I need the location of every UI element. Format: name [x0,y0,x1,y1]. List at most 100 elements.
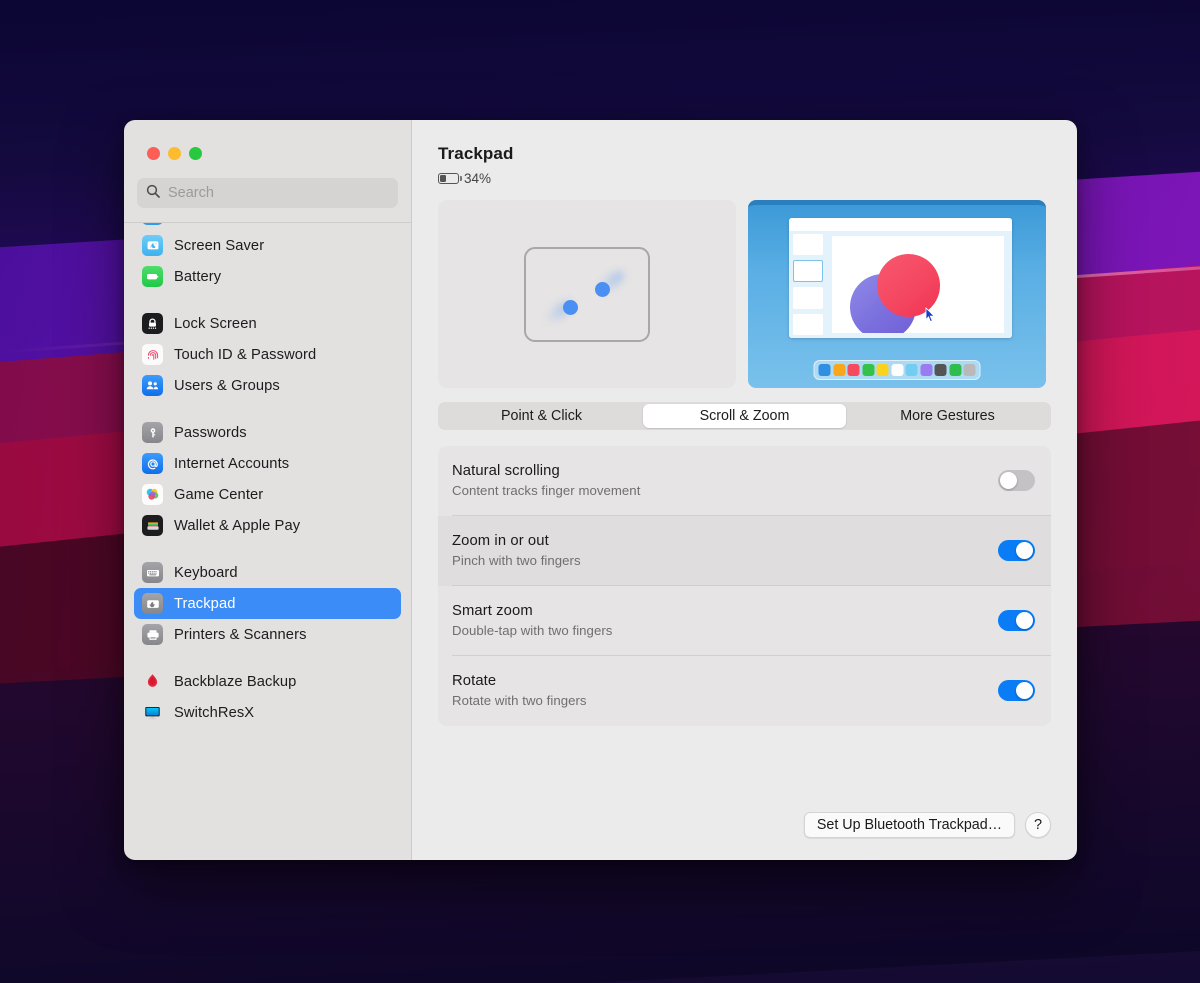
setting-text: Zoom in or out Pinch with two fingers [452,533,998,568]
sidebar-item-passwords[interactable]: Passwords [134,417,401,448]
demo-thumbnail [793,287,823,309]
search-icon [146,184,160,203]
setting-subtitle: Content tracks finger movement [452,483,641,498]
minimize-button[interactable] [168,147,181,160]
tab-more-gestures[interactable]: More Gestures [846,404,1049,428]
battery-level-icon [438,173,462,184]
sidebar-item-label: Internet Accounts [174,455,290,472]
demo-thumbnail [793,313,823,336]
color-swatch [818,364,831,376]
setup-bluetooth-trackpad-button[interactable]: Set Up Bluetooth Trackpad… [803,812,1015,838]
battery-icon [142,266,163,287]
sidebar-item-keyboard[interactable]: Keyboard [134,557,401,588]
sidebar: Displays Screen Saver [124,120,412,860]
color-swatch [920,364,932,376]
sidebar-item-displays[interactable]: Displays [134,222,401,230]
toggle-rotate[interactable] [998,680,1035,701]
demo-thumbnail [793,234,823,256]
printers-icon [142,624,163,645]
demo-artboard [832,236,1004,333]
sidebar-item-lock-screen[interactable]: Lock Screen [134,308,401,339]
demo-canvas [827,231,1012,338]
color-swatch [833,364,845,376]
tab-label: Scroll & Zoom [699,408,790,424]
setting-subtitle: Double-tap with two fingers [452,623,613,638]
setting-row-natural-scrolling: Natural scrolling Content tracks finger … [438,446,1051,516]
sidebar-divider [124,222,411,223]
sidebar-item-game-center[interactable]: Game Center [134,479,401,510]
sidebar-item-label: Users & Groups [174,377,280,394]
sidebar-item-label: Game Center [174,486,264,503]
sidebar-item-screen-saver[interactable]: Screen Saver [134,230,401,261]
trackpad-outline [524,246,650,342]
passwords-icon [142,422,163,443]
sidebar-item-trackpad[interactable]: Trackpad [134,588,401,619]
setting-title: Smart zoom [452,603,533,619]
color-swatch [847,364,860,376]
sidebar-item-switchresx[interactable]: SwitchResX [134,697,401,728]
system-settings-window: Displays Screen Saver [124,120,1077,860]
sidebar-item-label: SwitchResX [174,704,255,721]
toggle-zoom-in-or-out[interactable] [998,540,1035,561]
sidebar-item-wallet[interactable]: Wallet & Apple Pay [134,510,401,541]
demo-thumbnail [793,260,823,283]
sidebar-item-label: Touch ID & Password [174,346,317,363]
demo-thumbnail-list [789,231,827,338]
sidebar-item-label: Wallet & Apple Pay [174,517,301,534]
sidebar-item-label: Battery [174,268,222,285]
sidebar-item-label: Keyboard [174,564,238,581]
tab-scroll-and-zoom[interactable]: Scroll & Zoom [643,404,846,428]
sidebar-item-battery[interactable]: Battery [134,261,401,292]
setting-subtitle: Pinch with two fingers [452,553,581,568]
pinch-gesture-animation [438,200,736,388]
search-box[interactable] [137,178,398,208]
setting-row-zoom-in-or-out: Zoom in or out Pinch with two fingers [438,516,1051,586]
window-controls [124,120,411,178]
trackpad-icon [142,593,163,614]
setting-text: Smart zoom Double-tap with two fingers [452,603,998,638]
users-groups-icon [142,375,163,396]
battery-status: 34% [438,171,1051,186]
sidebar-item-backblaze-backup[interactable]: Backblaze Backup [134,666,401,697]
sidebar-item-internet-accounts[interactable]: Internet Accounts [134,448,401,479]
tab-label: More Gestures [900,408,995,424]
maximize-button[interactable] [189,147,202,160]
sidebar-item-touch-id[interactable]: Touch ID & Password [134,339,401,370]
switchresx-icon [142,702,163,723]
touch-id-icon [142,344,163,365]
search-input[interactable] [168,185,389,201]
sidebar-item-printers[interactable]: Printers & Scanners [134,619,401,650]
tab-point-and-click[interactable]: Point & Click [440,404,643,428]
tab-label: Point & Click [500,408,583,424]
sidebar-item-label: Lock Screen [174,315,257,332]
demo-titlebar [789,218,1012,231]
lock-screen-icon [142,313,163,334]
main-content: Trackpad 34% Point & Click Scroll & Zoom… [412,120,1077,860]
internet-accounts-icon [142,453,163,474]
backblaze-icon [142,671,163,692]
color-swatch [934,364,947,376]
finger-dot [563,299,578,315]
color-swatch [963,364,976,376]
sidebar-scroll-area[interactable]: Displays Screen Saver [124,222,411,860]
color-swatch [876,364,889,376]
color-swatch [862,364,874,376]
close-button[interactable] [147,147,160,160]
sidebar-item-label: Printers & Scanners [174,626,307,643]
toggle-smart-zoom[interactable] [998,610,1035,631]
color-swatch [949,364,961,376]
sidebar-item-label: Trackpad [174,595,236,612]
sidebar-item-label: Screen Saver [174,237,265,254]
setting-title: Zoom in or out [452,533,549,549]
zoom-demo-animation [748,200,1046,388]
setting-row-smart-zoom: Smart zoom Double-tap with two fingers [438,586,1051,656]
toggle-knob [1015,611,1034,630]
setting-text: Natural scrolling Content tracks finger … [452,463,998,498]
search-container [124,178,411,208]
help-button[interactable]: ? [1025,812,1051,838]
sidebar-item-users-groups[interactable]: Users & Groups [134,370,401,401]
toggle-natural-scrolling[interactable] [998,470,1035,491]
wallet-icon [142,515,163,536]
